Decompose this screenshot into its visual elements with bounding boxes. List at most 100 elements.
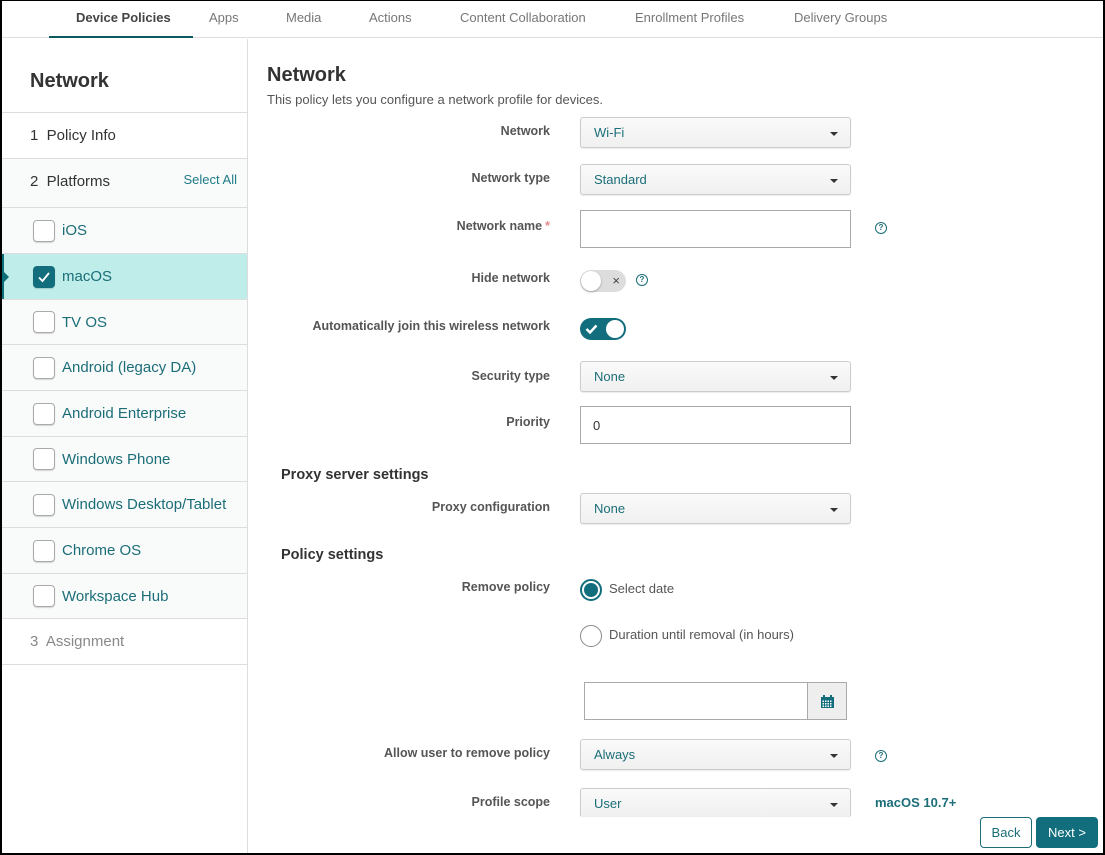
checkbox[interactable] bbox=[33, 311, 55, 333]
network-type-label: Network type bbox=[471, 171, 551, 185]
network-label: Network bbox=[500, 124, 550, 138]
checkbox[interactable] bbox=[33, 356, 55, 379]
step-platforms[interactable]: 2 Platforms Select All bbox=[0, 159, 247, 208]
network-select[interactable]: Wi-Fi bbox=[580, 117, 851, 148]
radio-duration[interactable] bbox=[580, 625, 602, 647]
radio-label[interactable]: Duration until removal (in hours) bbox=[609, 627, 794, 642]
caret-down-icon bbox=[830, 376, 838, 380]
security-type-select[interactable]: None bbox=[580, 361, 851, 392]
platform-chrome-os[interactable]: Chrome OS bbox=[0, 528, 247, 574]
hide-network-label: Hide network bbox=[471, 271, 551, 285]
proxy-configuration-select[interactable]: None bbox=[580, 493, 851, 524]
profile-scope-label: Profile scope bbox=[471, 795, 551, 809]
tab-media[interactable]: Media bbox=[286, 0, 321, 38]
step-label: 2 Platforms bbox=[30, 173, 111, 190]
back-button[interactable]: Back bbox=[980, 817, 1032, 848]
platform-label: Windows Phone bbox=[62, 450, 171, 468]
calendar-button[interactable] bbox=[807, 682, 847, 720]
close-icon: × bbox=[612, 273, 620, 288]
caret-down-icon bbox=[830, 803, 838, 807]
main-content: Network This policy lets you configure a… bbox=[249, 39, 1103, 853]
platform-label: Workspace Hub bbox=[62, 587, 169, 605]
tab-content-collaboration[interactable]: Content Collaboration bbox=[460, 0, 586, 38]
step-label: 1 Policy Info bbox=[30, 127, 116, 144]
platform-tvos[interactable]: TV OS bbox=[0, 300, 247, 345]
checkbox[interactable] bbox=[33, 493, 55, 516]
label-text: Network name bbox=[456, 219, 543, 233]
sidebar-title: Network bbox=[30, 70, 109, 92]
radio-select-date[interactable] bbox=[580, 579, 602, 601]
network-name-input[interactable] bbox=[580, 210, 851, 248]
platform-android-enterprise[interactable]: Android Enterprise bbox=[0, 391, 247, 437]
help-icon[interactable]: ? bbox=[875, 750, 887, 762]
required-asterisk: * bbox=[545, 219, 550, 233]
toggle-knob bbox=[581, 271, 601, 291]
page-description: This policy lets you configure a network… bbox=[267, 92, 603, 107]
checkbox[interactable] bbox=[33, 402, 55, 425]
platform-windows-desktop[interactable]: Windows Desktop/Tablet bbox=[0, 482, 247, 528]
platform-windows-phone[interactable]: Windows Phone bbox=[0, 437, 247, 482]
caret-down-icon bbox=[830, 754, 838, 758]
top-nav: Device Policies Apps Media Actions Conte… bbox=[0, 0, 1105, 38]
caret-down-icon bbox=[830, 179, 838, 183]
allow-user-remove-label: Allow user to remove policy bbox=[383, 746, 550, 760]
platform-android-legacy[interactable]: Android (legacy DA) bbox=[0, 345, 247, 391]
select-value: Always bbox=[594, 747, 636, 762]
platform-label: Windows Desktop/Tablet bbox=[62, 496, 227, 513]
auto-join-label: Automatically join this wireless network bbox=[312, 319, 550, 333]
checkbox[interactable] bbox=[33, 585, 55, 607]
select-value: User bbox=[594, 796, 622, 811]
security-type-label: Security type bbox=[471, 369, 550, 383]
select-value: Standard bbox=[594, 172, 647, 187]
allow-user-remove-select[interactable]: Always bbox=[580, 739, 851, 770]
platform-label: macOS bbox=[62, 268, 113, 285]
checkmark-icon bbox=[38, 271, 50, 282]
page-title: Network bbox=[267, 64, 346, 86]
tab-enrollment-profiles[interactable]: Enrollment Profiles bbox=[635, 0, 744, 38]
help-icon[interactable]: ? bbox=[636, 274, 648, 286]
toggle-knob bbox=[606, 320, 624, 338]
platform-label: Chrome OS bbox=[62, 542, 142, 559]
step-policy-info[interactable]: 1 Policy Info bbox=[0, 113, 247, 159]
checkbox-checked[interactable] bbox=[33, 265, 55, 288]
proxy-section-title: Proxy server settings bbox=[281, 467, 429, 483]
network-type-select[interactable]: Standard bbox=[580, 164, 851, 195]
wizard-sidebar: Network 1 Policy Info 2 Platforms Select… bbox=[0, 39, 248, 853]
tab-device-policies[interactable]: Device Policies bbox=[49, 0, 193, 38]
platform-label: Android Enterprise bbox=[62, 405, 187, 422]
checkbox[interactable] bbox=[33, 539, 55, 562]
select-value: None bbox=[594, 501, 626, 516]
tab-delivery-groups[interactable]: Delivery Groups bbox=[794, 0, 887, 38]
proxy-configuration-label: Proxy configuration bbox=[431, 500, 550, 514]
step-assignment[interactable]: 3 Assignment bbox=[0, 619, 247, 665]
network-name-label: Network name * bbox=[457, 219, 550, 233]
policy-section-title: Policy settings bbox=[281, 547, 384, 563]
auto-join-toggle[interactable] bbox=[580, 318, 626, 340]
hide-network-toggle[interactable]: × bbox=[580, 270, 626, 292]
select-value: None bbox=[594, 369, 626, 384]
remove-policy-label: Remove policy bbox=[461, 580, 550, 594]
platform-ios[interactable]: iOS bbox=[0, 208, 247, 254]
priority-label: Priority bbox=[506, 415, 550, 429]
removal-date-input[interactable] bbox=[584, 682, 808, 720]
platform-label: iOS bbox=[62, 222, 88, 239]
tab-actions[interactable]: Actions bbox=[369, 0, 412, 38]
platform-workspace-hub[interactable]: Workspace Hub bbox=[0, 574, 247, 619]
caret-down-icon bbox=[830, 132, 838, 136]
radio-label[interactable]: Select date bbox=[609, 581, 674, 596]
next-button[interactable]: Next > bbox=[1036, 817, 1098, 848]
priority-input[interactable] bbox=[580, 406, 851, 444]
profile-scope-select[interactable]: User bbox=[580, 788, 851, 816]
checkbox[interactable] bbox=[33, 219, 55, 242]
caret-down-icon bbox=[830, 508, 838, 512]
select-value: Wi-Fi bbox=[594, 125, 625, 140]
tab-apps[interactable]: Apps bbox=[209, 0, 239, 38]
platform-label: Android (legacy DA) bbox=[62, 359, 197, 376]
platform-macos[interactable]: macOS bbox=[0, 254, 247, 300]
checkmark-icon bbox=[585, 324, 598, 335]
help-icon[interactable]: ? bbox=[875, 222, 887, 234]
select-all-link[interactable]: Select All bbox=[184, 172, 237, 187]
checkbox[interactable] bbox=[33, 448, 55, 470]
platform-version-note: macOS 10.7+ bbox=[875, 795, 957, 810]
platform-label: TV OS bbox=[62, 313, 108, 331]
